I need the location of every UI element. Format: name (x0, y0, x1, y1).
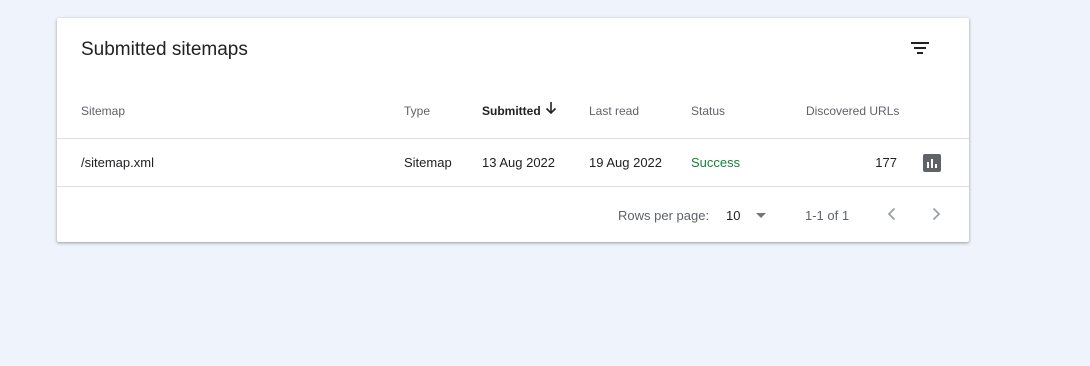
filter-list-icon (911, 42, 929, 54)
cell-submitted: 13 Aug 2022 (482, 155, 556, 170)
row-divider (57, 186, 969, 187)
bar-chart-icon[interactable] (923, 154, 941, 172)
submitted-sitemaps-card: Submitted sitemaps Sitemap Type Submitte… (57, 18, 969, 242)
cell-sitemap[interactable]: /sitemap.xml (81, 155, 154, 170)
pagination-range: 1-1 of 1 (805, 208, 850, 223)
column-header-type[interactable]: Type (404, 104, 430, 118)
chevron-right-icon (932, 207, 941, 221)
rows-per-page-select[interactable]: 10 (726, 204, 772, 226)
caret-down-icon (756, 213, 766, 218)
card-title: Submitted sitemaps (81, 39, 248, 60)
column-header-last-read[interactable]: Last read (589, 104, 639, 118)
column-header-status[interactable]: Status (691, 104, 725, 118)
status-badge: Success (691, 155, 741, 170)
arrow-down-icon[interactable] (544, 101, 558, 115)
column-header-submitted[interactable]: Submitted (482, 104, 541, 118)
header-divider (57, 138, 969, 139)
rows-per-page-label: Rows per page: (618, 208, 710, 223)
column-header-sitemap[interactable]: Sitemap (81, 104, 125, 118)
filter-button[interactable] (902, 30, 938, 66)
previous-page-button[interactable] (881, 203, 903, 225)
rows-per-page-value: 10 (726, 208, 741, 223)
cell-type: Sitemap (404, 155, 452, 170)
chevron-left-icon (887, 207, 896, 221)
next-page-button[interactable] (925, 203, 947, 225)
cell-discovered-urls: 177 (875, 155, 897, 170)
cell-last-read: 19 Aug 2022 (589, 155, 663, 170)
column-header-discovered-urls[interactable]: Discovered URLs (806, 104, 899, 118)
